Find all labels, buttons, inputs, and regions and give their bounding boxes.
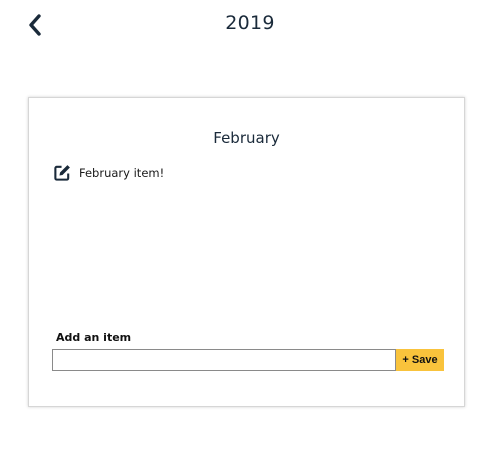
save-button[interactable]: + Save xyxy=(396,349,444,371)
list-item: February item! xyxy=(53,163,164,182)
app-screen: 2019 February February item! Add an item… xyxy=(0,0,500,449)
add-item-input[interactable] xyxy=(52,349,396,371)
list-item-text: February item! xyxy=(79,165,165,180)
card-title: February xyxy=(213,129,280,147)
month-card: February February item! Add an item + Sa… xyxy=(28,97,465,407)
add-item-form: + Save xyxy=(52,349,444,371)
add-item-label: Add an item xyxy=(56,331,132,344)
page-title: 2019 xyxy=(225,12,275,34)
edit-icon[interactable] xyxy=(53,163,72,182)
